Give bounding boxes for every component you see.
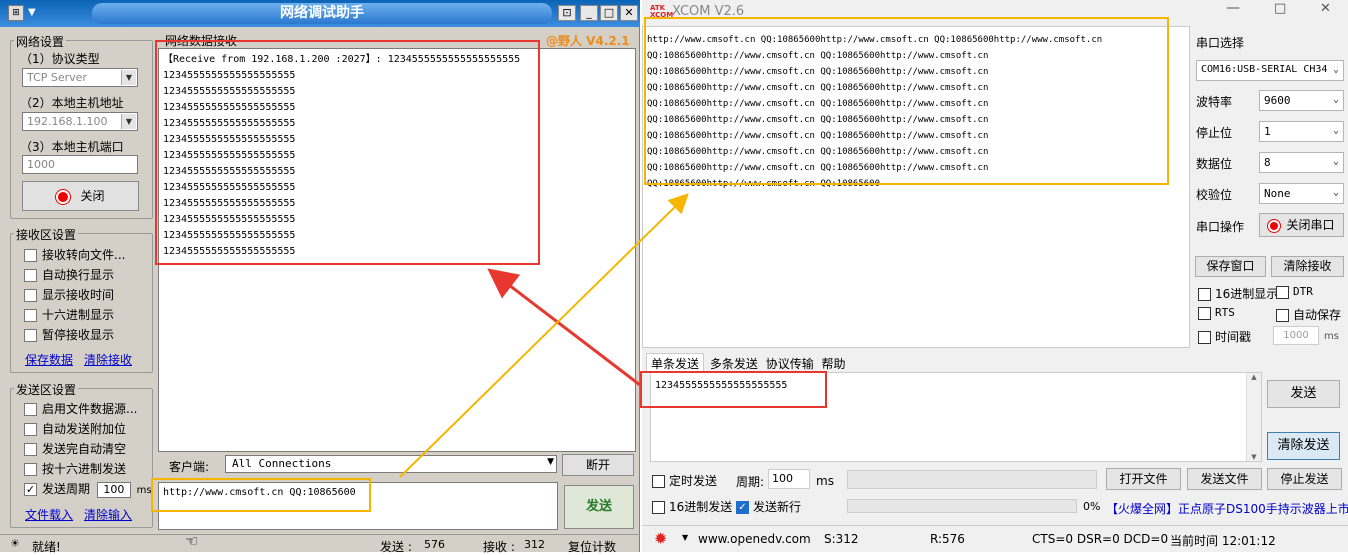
yellow-arrow [399, 193, 689, 478]
red-arrow [487, 268, 641, 387]
annotation-arrows [399, 193, 689, 478]
